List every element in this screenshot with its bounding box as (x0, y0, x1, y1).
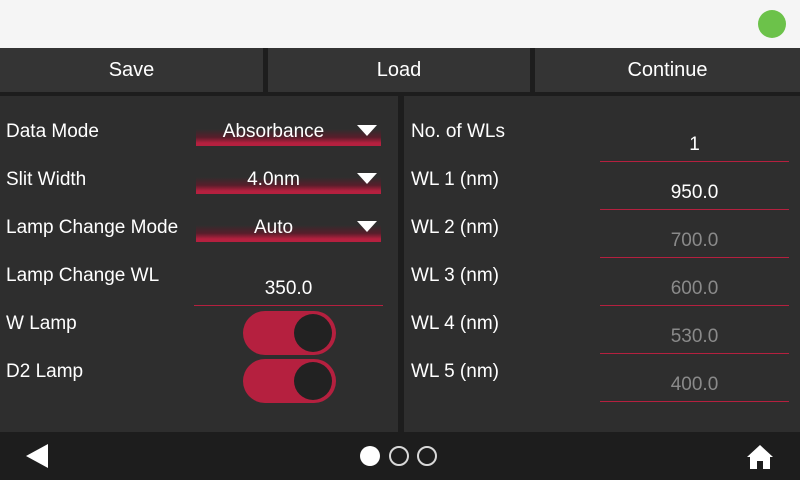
d2-lamp-toggle[interactable] (243, 359, 336, 403)
home-icon (747, 445, 773, 469)
page-dot-2[interactable] (389, 446, 409, 466)
lamp-change-mode-dropdown[interactable]: Auto (196, 216, 381, 242)
data-mode-label: Data Mode (6, 121, 99, 142)
toggle-knob (294, 362, 332, 400)
wl3-field: 600.0 (600, 274, 789, 306)
lamp-change-mode-value: Auto (253, 217, 294, 238)
wl1-label: WL 1 (nm) (411, 169, 499, 190)
slit-width-dropdown[interactable]: 4.0nm (196, 168, 381, 194)
lamp-change-wl-field[interactable]: 350.0 (194, 274, 383, 306)
back-button[interactable] (26, 444, 52, 468)
wl3-label: WL 3 (nm) (411, 265, 499, 286)
load-button[interactable]: Load (268, 48, 530, 92)
continue-button[interactable]: Continue (535, 48, 800, 92)
data-mode-value: Absorbance (222, 121, 325, 142)
page-dot-1[interactable] (360, 446, 380, 466)
d2-lamp-label: D2 Lamp (6, 361, 84, 382)
toggle-knob (294, 314, 332, 352)
lamp-change-mode-label: Lamp Change Mode (6, 217, 179, 238)
no-of-wls-field[interactable]: 1 (600, 130, 789, 162)
save-button[interactable]: Save (0, 48, 263, 92)
chevron-down-icon (357, 221, 377, 232)
data-mode-dropdown[interactable]: Absorbance (196, 120, 381, 146)
wl2-label: WL 2 (nm) (411, 217, 499, 238)
wl5-label: WL 5 (nm) (411, 361, 499, 382)
wl4-field: 530.0 (600, 322, 789, 354)
toolbar: Save Load Continue (0, 48, 800, 92)
wl1-field[interactable]: 950.0 (600, 178, 789, 210)
status-indicator (758, 10, 786, 38)
wavelength-settings-panel: No. of WLs 1 WL 1 (nm) 950.0 WL 2 (nm) 7… (404, 96, 800, 432)
back-arrow-icon (26, 444, 48, 468)
w-lamp-toggle[interactable] (243, 311, 336, 355)
page-dot-3[interactable] (417, 446, 437, 466)
lamp-change-wl-label: Lamp Change WL (6, 265, 160, 286)
slit-width-label: Slit Width (6, 169, 87, 190)
slit-width-value: 4.0nm (247, 169, 300, 190)
measurement-settings-panel: Data Mode Absorbance Slit Width 4.0nm La… (0, 96, 398, 432)
wl2-field: 700.0 (600, 226, 789, 258)
status-bar (0, 0, 800, 48)
home-button[interactable] (746, 444, 774, 470)
chevron-down-icon (357, 125, 377, 136)
wl5-field: 400.0 (600, 370, 789, 402)
chevron-down-icon (357, 173, 377, 184)
no-of-wls-label: No. of WLs (411, 121, 505, 142)
w-lamp-label: W Lamp (6, 313, 77, 334)
wl4-label: WL 4 (nm) (411, 313, 499, 334)
